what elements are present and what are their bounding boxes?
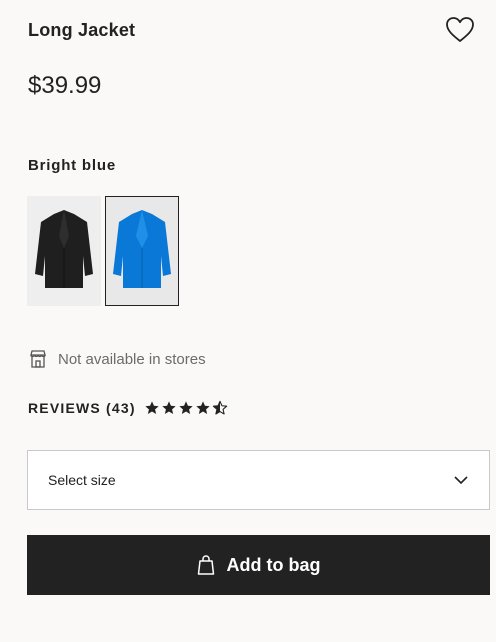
product-price: $39.99 [28, 72, 102, 99]
heart-outline-icon [446, 17, 474, 42]
store-icon [30, 350, 46, 368]
rating-stars [144, 400, 228, 416]
favorite-button[interactable] [444, 14, 476, 46]
size-select-placeholder: Select size [48, 472, 116, 488]
product-title: Long Jacket [28, 20, 136, 40]
jacket-black-thumbnail [27, 196, 101, 306]
color-swatches [27, 196, 179, 306]
star-half-icon [212, 400, 227, 415]
size-select[interactable]: Select size [27, 450, 490, 510]
reviews-link[interactable]: REVIEWS (43) [28, 400, 228, 416]
add-to-bag-button[interactable]: Add to bag [27, 535, 490, 595]
swatch-bright-blue[interactable] [105, 196, 179, 306]
chevron-down-icon [454, 476, 468, 485]
add-to-bag-label: Add to bag [226, 554, 321, 575]
reviews-label: REVIEWS (43) [28, 400, 136, 416]
star-full-icon [179, 401, 193, 414]
shopping-bag-icon [197, 555, 214, 575]
store-availability-text: Not available in stores [58, 350, 206, 368]
star-full-icon [162, 401, 176, 414]
selected-color-label: Bright blue [28, 157, 116, 174]
star-full-icon [145, 401, 159, 414]
product-detail-panel: Long Jacket $39.99 Bright blue Not avail… [0, 0, 496, 642]
store-availability: Not available in stores [28, 349, 206, 369]
jacket-blue-thumbnail [107, 198, 177, 304]
swatch-black[interactable] [27, 196, 101, 306]
star-full-icon [196, 401, 210, 414]
